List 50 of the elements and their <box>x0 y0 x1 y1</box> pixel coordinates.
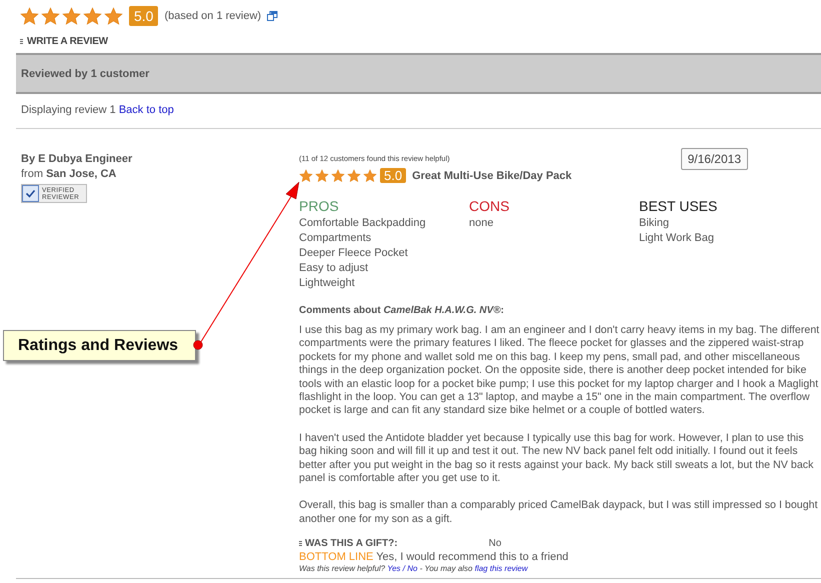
star-icon <box>315 168 329 182</box>
reviewer-location: San Jose, CA <box>46 168 116 180</box>
star-icon <box>104 6 123 26</box>
reviewer-name: By E Dubya Engineer <box>21 152 134 167</box>
star-icon <box>20 6 39 26</box>
list-item: Lightweight <box>299 276 356 291</box>
star-icon <box>363 168 377 182</box>
feedback-prompt: Was this review helpful? <box>299 564 386 574</box>
list-item: Biking <box>639 216 670 231</box>
flag-review-link[interactable]: flag this review <box>474 564 528 574</box>
band-title: Reviewed by 1 customer <box>21 68 150 80</box>
star-icon <box>331 168 345 182</box>
review-title: Great Multi-Use Bike/Day Pack <box>412 170 572 182</box>
list-item: Deeper Fleece Pocket <box>299 246 409 261</box>
feedback-note: - You may also <box>420 564 472 574</box>
review-date: 9/16/2013 <box>680 148 748 170</box>
yes-link[interactable]: Yes <box>387 564 401 574</box>
write-review-link[interactable]: WRITE A REVIEW <box>27 36 108 47</box>
bottom-line-text: Yes, I would recommend this to a friend <box>376 551 568 564</box>
review-paragraph: Overall, this bag is smaller than a comparably priced CamelBak daypack, but I was still impressed so I bought another one for my son as a gift. <box>299 499 819 526</box>
rating-score: 5.0 <box>129 6 158 26</box>
check-icon <box>22 185 39 202</box>
gift-value: No <box>488 538 502 550</box>
star-icon <box>299 168 313 182</box>
bottom-line-label: BOTTOM LINE <box>299 551 374 564</box>
review-count: (based on 1 review) <box>164 10 262 22</box>
star-icon <box>83 6 102 26</box>
list-item: none <box>469 216 494 231</box>
list-item: Light Work Bag <box>639 231 716 246</box>
column-heading: CONS <box>469 198 510 215</box>
list-item: Compartments <box>299 231 372 246</box>
review-score: 5.0 <box>380 168 406 183</box>
callout-text: Ratings and Reviews <box>18 336 178 354</box>
column-heading: PROS <box>299 198 340 215</box>
list-item: Easy to adjust <box>299 261 370 276</box>
comments-heading: Comments about CamelBak H.A.W.G. NV®: <box>299 305 506 316</box>
review-paragraph: I use this bag as my primary work bag. I am an engineer and I don't carry heavy items in my bag. The different compartments were the primary features I liked. The fleece pocket for glasses and the zippered waist-strap pockets for my phone and wallet sold me on this bag. I keep my pens, small pad, and other miscellaneous things in the deep organization pocket. On the opposite side, there is another deep pocket intended for bike tools with an elastic loop for a pocket bike pump; I use this pocket for my laptop charger and I hook a Maglight flashlight in the loop. You can get a 13" laptop, and maybe a 15" one in the main compartment. The overflow pocket is large and can fit any standard size bike helmet or a couple of bottled waters. <box>299 324 820 418</box>
star-icon <box>347 168 361 182</box>
link-separator: / <box>402 564 406 574</box>
gift-label: WAS THIS A GIFT?: <box>305 538 398 550</box>
list-item: Comfortable Backpadding <box>299 216 427 231</box>
popup-icon[interactable] <box>267 11 278 21</box>
review-paragraph: I haven't used the Antidote bladder yet because I typically use this bag for work. However, I plan to use this bag hiking soon and will fill it up and test it out. The new NV back panel felt odd initially. I found out it feels better after you put weight in the bag so it rests against your back. My back still sweats a lot, but the NV back panel is comfortable after you get use to it. <box>299 432 814 486</box>
star-icon <box>62 6 81 26</box>
display-status: Displaying review 1 <box>21 104 116 116</box>
column-heading: BEST USES <box>639 198 718 215</box>
star-icon <box>41 6 60 26</box>
back-to-top-link[interactable]: Back to top <box>118 104 174 116</box>
no-link[interactable]: No <box>407 564 418 574</box>
location-label: from <box>21 168 43 180</box>
